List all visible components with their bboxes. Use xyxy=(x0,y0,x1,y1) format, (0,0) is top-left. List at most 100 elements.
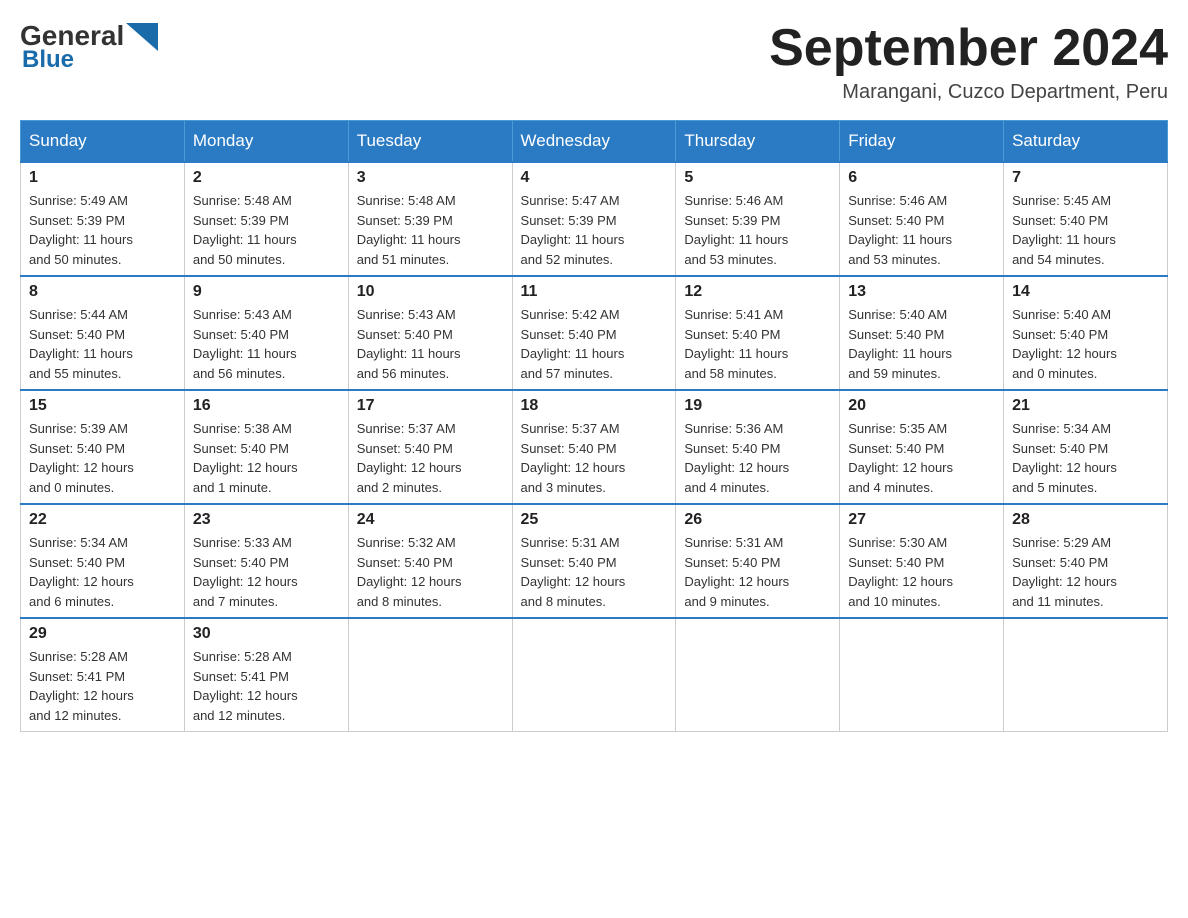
table-cell: 26 Sunrise: 5:31 AMSunset: 5:40 PMDayligh… xyxy=(676,504,840,618)
week-row-4: 22Sunrise: 5:34 AMSunset: 5:40 PMDayligh… xyxy=(21,504,1168,618)
table-cell: 4 Sunrise: 5:47 AMSunset: 5:39 PMDaylight… xyxy=(512,162,676,276)
day-number: 26 xyxy=(684,511,831,529)
table-cell: 29 Sunrise: 5:28 AMSunset: 5:41 PMDayligh… xyxy=(21,618,185,732)
day-number: 1 xyxy=(29,169,176,187)
logo: General Blue xyxy=(20,20,158,74)
day-info: Sunrise: 5:38 AMSunset: 5:40 PMDaylight:… xyxy=(193,419,340,497)
day-number: 27 xyxy=(848,511,995,529)
day-info: Sunrise: 5:37 AMSunset: 5:40 PMDaylight:… xyxy=(357,419,504,497)
day-info: Sunrise: 5:43 AMSunset: 5:40 PMDaylight:… xyxy=(357,305,504,383)
table-cell: 22Sunrise: 5:34 AMSunset: 5:40 PMDayligh… xyxy=(21,504,185,618)
table-cell: 19Sunrise: 5:36 AMSunset: 5:40 PMDayligh… xyxy=(676,390,840,504)
day-number: 15 xyxy=(29,397,176,415)
day-number: 6 xyxy=(848,169,995,187)
table-cell: 11Sunrise: 5:42 AMSunset: 5:40 PMDayligh… xyxy=(512,276,676,390)
day-info: Sunrise: 5:28 AMSunset: 5:41 PMDaylight:… xyxy=(29,647,176,725)
day-number: 25 xyxy=(521,511,668,529)
logo-blue-text: Blue xyxy=(22,46,74,74)
col-saturday: Saturday xyxy=(1004,121,1168,163)
table-cell: 6 Sunrise: 5:46 AMSunset: 5:40 PMDaylight… xyxy=(840,162,1004,276)
day-info: Sunrise: 5:31 AMSunset: 5:40 PMDaylight:… xyxy=(684,533,831,611)
day-number: 2 xyxy=(193,169,340,187)
day-number: 29 xyxy=(29,625,176,643)
table-cell xyxy=(676,618,840,732)
day-info: Sunrise: 5:29 AMSunset: 5:40 PMDaylight:… xyxy=(1012,533,1159,611)
day-info: Sunrise: 5:34 AMSunset: 5:40 PMDaylight:… xyxy=(1012,419,1159,497)
day-info: Sunrise: 5:48 AMSunset: 5:39 PMDaylight:… xyxy=(357,191,504,269)
day-number: 4 xyxy=(521,169,668,187)
day-info: Sunrise: 5:35 AMSunset: 5:40 PMDaylight:… xyxy=(848,419,995,497)
location-text: Marangani, Cuzco Department, Peru xyxy=(769,81,1168,104)
month-title: September 2024 xyxy=(769,20,1168,77)
day-info: Sunrise: 5:31 AMSunset: 5:40 PMDaylight:… xyxy=(521,533,668,611)
table-cell: 16 Sunrise: 5:38 AMSunset: 5:40 PMDayligh… xyxy=(184,390,348,504)
day-number: 17 xyxy=(357,397,504,415)
table-cell: 15 Sunrise: 5:39 AMSunset: 5:40 PMDayligh… xyxy=(21,390,185,504)
day-number: 10 xyxy=(357,283,504,301)
day-number: 16 xyxy=(193,397,340,415)
day-info: Sunrise: 5:47 AMSunset: 5:39 PMDaylight:… xyxy=(521,191,668,269)
table-cell: 10 Sunrise: 5:43 AMSunset: 5:40 PMDayligh… xyxy=(348,276,512,390)
day-number: 3 xyxy=(357,169,504,187)
day-info: Sunrise: 5:43 AMSunset: 5:40 PMDaylight:… xyxy=(193,305,340,383)
week-row-1: 1 Sunrise: 5:49 AMSunset: 5:39 PMDaylight… xyxy=(21,162,1168,276)
day-info: Sunrise: 5:49 AMSunset: 5:39 PMDaylight:… xyxy=(29,191,176,269)
week-row-5: 29 Sunrise: 5:28 AMSunset: 5:41 PMDayligh… xyxy=(21,618,1168,732)
col-friday: Friday xyxy=(840,121,1004,163)
col-monday: Monday xyxy=(184,121,348,163)
table-cell: 9Sunrise: 5:43 AMSunset: 5:40 PMDaylight… xyxy=(184,276,348,390)
table-cell: 24 Sunrise: 5:32 AMSunset: 5:40 PMDayligh… xyxy=(348,504,512,618)
day-info: Sunrise: 5:46 AMSunset: 5:39 PMDaylight:… xyxy=(684,191,831,269)
table-cell: 14Sunrise: 5:40 AMSunset: 5:40 PMDayligh… xyxy=(1004,276,1168,390)
table-cell: 12 Sunrise: 5:41 AMSunset: 5:40 PMDayligh… xyxy=(676,276,840,390)
table-cell xyxy=(512,618,676,732)
day-info: Sunrise: 5:37 AMSunset: 5:40 PMDaylight:… xyxy=(521,419,668,497)
col-wednesday: Wednesday xyxy=(512,121,676,163)
day-number: 18 xyxy=(521,397,668,415)
table-cell: 18 Sunrise: 5:37 AMSunset: 5:40 PMDayligh… xyxy=(512,390,676,504)
table-cell xyxy=(840,618,1004,732)
day-info: Sunrise: 5:46 AMSunset: 5:40 PMDaylight:… xyxy=(848,191,995,269)
table-cell xyxy=(348,618,512,732)
day-info: Sunrise: 5:33 AMSunset: 5:40 PMDaylight:… xyxy=(193,533,340,611)
day-info: Sunrise: 5:41 AMSunset: 5:40 PMDaylight:… xyxy=(684,305,831,383)
day-number: 24 xyxy=(357,511,504,529)
day-info: Sunrise: 5:32 AMSunset: 5:40 PMDaylight:… xyxy=(357,533,504,611)
day-info: Sunrise: 5:48 AMSunset: 5:39 PMDaylight:… xyxy=(193,191,340,269)
day-number: 13 xyxy=(848,283,995,301)
table-cell: 5 Sunrise: 5:46 AMSunset: 5:39 PMDaylight… xyxy=(676,162,840,276)
table-cell: 3 Sunrise: 5:48 AMSunset: 5:39 PMDaylight… xyxy=(348,162,512,276)
table-cell: 7 Sunrise: 5:45 AMSunset: 5:40 PMDaylight… xyxy=(1004,162,1168,276)
day-number: 5 xyxy=(684,169,831,187)
day-info: Sunrise: 5:40 AMSunset: 5:40 PMDaylight:… xyxy=(848,305,995,383)
table-cell: 25 Sunrise: 5:31 AMSunset: 5:40 PMDayligh… xyxy=(512,504,676,618)
day-info: Sunrise: 5:34 AMSunset: 5:40 PMDaylight:… xyxy=(29,533,176,611)
table-cell xyxy=(1004,618,1168,732)
day-info: Sunrise: 5:45 AMSunset: 5:40 PMDaylight:… xyxy=(1012,191,1159,269)
day-number: 21 xyxy=(1012,397,1159,415)
table-cell: 17 Sunrise: 5:37 AMSunset: 5:40 PMDayligh… xyxy=(348,390,512,504)
day-info: Sunrise: 5:44 AMSunset: 5:40 PMDaylight:… xyxy=(29,305,176,383)
table-cell: 23 Sunrise: 5:33 AMSunset: 5:40 PMDayligh… xyxy=(184,504,348,618)
day-info: Sunrise: 5:39 AMSunset: 5:40 PMDaylight:… xyxy=(29,419,176,497)
col-thursday: Thursday xyxy=(676,121,840,163)
table-cell: 21 Sunrise: 5:34 AMSunset: 5:40 PMDayligh… xyxy=(1004,390,1168,504)
day-info: Sunrise: 5:42 AMSunset: 5:40 PMDaylight:… xyxy=(521,305,668,383)
day-number: 12 xyxy=(684,283,831,301)
day-number: 28 xyxy=(1012,511,1159,529)
logo-arrow-icon xyxy=(126,23,158,51)
day-number: 14 xyxy=(1012,283,1159,301)
week-row-3: 15 Sunrise: 5:39 AMSunset: 5:40 PMDayligh… xyxy=(21,390,1168,504)
day-info: Sunrise: 5:30 AMSunset: 5:40 PMDaylight:… xyxy=(848,533,995,611)
title-area: September 2024 Marangani, Cuzco Departme… xyxy=(769,20,1168,104)
table-cell: 2 Sunrise: 5:48 AMSunset: 5:39 PMDaylight… xyxy=(184,162,348,276)
week-row-2: 8 Sunrise: 5:44 AMSunset: 5:40 PMDaylight… xyxy=(21,276,1168,390)
day-number: 8 xyxy=(29,283,176,301)
col-tuesday: Tuesday xyxy=(348,121,512,163)
day-number: 23 xyxy=(193,511,340,529)
day-number: 30 xyxy=(193,625,340,643)
table-cell: 8 Sunrise: 5:44 AMSunset: 5:40 PMDaylight… xyxy=(21,276,185,390)
day-number: 7 xyxy=(1012,169,1159,187)
day-number: 19 xyxy=(684,397,831,415)
calendar-table: Sunday Monday Tuesday Wednesday Thursday… xyxy=(20,120,1168,732)
